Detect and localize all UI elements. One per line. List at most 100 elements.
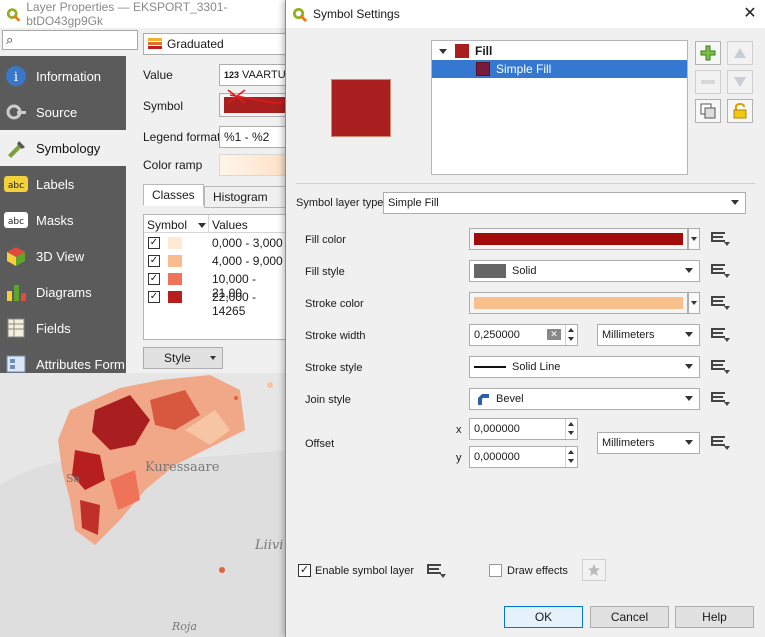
fill-style-select[interactable]: Solid (469, 260, 700, 282)
stroke-color-button[interactable] (469, 292, 688, 314)
ok-button[interactable]: OK (504, 606, 583, 628)
chevron-down-icon (691, 301, 697, 305)
chevron-down-icon (198, 223, 206, 228)
draw-effects-checkbox[interactable] (489, 564, 502, 577)
spinner[interactable] (565, 325, 577, 345)
search-input[interactable]: ⌕ (2, 30, 138, 50)
sidebar-item-labels[interactable]: abc Labels (0, 166, 126, 202)
offset-x-input[interactable]: 0,000000 (469, 418, 578, 440)
class-value: 4,000 - 9,000 (212, 254, 283, 268)
fill-color-dropdown[interactable] (688, 228, 700, 250)
table-row[interactable]: ✓ 22,000 - 14265 (144, 289, 289, 318)
data-defined-override-icon[interactable] (426, 562, 448, 580)
data-defined-override-icon[interactable] (710, 262, 732, 280)
divider (296, 183, 755, 184)
classes-table: Symbol Values ✓ 0,000 - 3,000 ✓ 4,000 - … (143, 214, 290, 340)
sidebar-item-attributes-form[interactable]: Attributes Form (0, 346, 126, 382)
legend-format-input[interactable]: %1 - %2 (219, 126, 290, 148)
table-row[interactable]: ✓ 10,000 - 21,00 (144, 271, 289, 300)
data-defined-override-icon[interactable] (710, 230, 732, 248)
add-layer-button[interactable] (695, 41, 721, 65)
join-style-select[interactable]: Bevel (469, 388, 700, 410)
graduated-icon (148, 38, 162, 49)
class-checkbox[interactable]: ✓ (148, 255, 160, 267)
data-defined-override-icon[interactable] (710, 434, 732, 452)
fill-color-button[interactable] (469, 228, 688, 250)
legend-format-value: %1 - %2 (224, 130, 270, 144)
style-button[interactable]: Style (143, 347, 223, 369)
fill-color-swatch (474, 233, 683, 245)
class-checkbox[interactable]: ✓ (148, 291, 160, 303)
join-style-value: Bevel (496, 393, 524, 405)
offset-y-input[interactable]: 0,000000 (469, 446, 578, 468)
arrow-down-icon (734, 77, 746, 87)
stroke-width-input[interactable]: 0,250000 ✕ (469, 324, 578, 346)
fill-style-label: Fill style (305, 266, 345, 278)
class-swatch (168, 255, 182, 267)
star-icon (588, 564, 600, 576)
class-checkbox[interactable]: ✓ (148, 273, 160, 285)
column-header-values[interactable]: Values (212, 218, 248, 232)
effects-settings-button[interactable] (582, 559, 606, 581)
chevron-down-icon (685, 396, 693, 401)
sidebar-item-information[interactable]: i Information (0, 58, 126, 94)
close-icon[interactable]: ✕ (740, 4, 760, 24)
lock-icon (733, 103, 747, 119)
clear-icon[interactable]: ✕ (547, 329, 561, 340)
data-defined-override-icon[interactable] (710, 358, 732, 376)
stroke-width-unit-value: Millimeters (602, 329, 655, 341)
move-up-button[interactable] (727, 41, 753, 65)
column-header-symbol[interactable]: Symbol (147, 218, 187, 232)
map-label-liivi: Liivi (255, 538, 284, 553)
stroke-width-label: Stroke width (305, 330, 366, 342)
symbol-label: Symbol (143, 99, 184, 113)
renderer-select[interactable]: Graduated (143, 33, 290, 55)
table-row[interactable]: ✓ 0,000 - 3,000 (144, 235, 289, 251)
enable-symbol-layer-checkbox[interactable]: ✓ (298, 564, 311, 577)
value-label: Value (143, 68, 173, 82)
arrow-up-icon (734, 48, 746, 58)
data-defined-override-icon[interactable] (710, 390, 732, 408)
data-defined-override-icon[interactable] (710, 294, 732, 312)
spin-up-icon (568, 422, 574, 426)
symbol-layer-type-select[interactable]: Simple Fill (383, 192, 746, 214)
offset-x-value: 0,000000 (474, 423, 520, 435)
tree-node-simple-fill[interactable]: Simple Fill (432, 60, 687, 78)
move-down-button[interactable] (727, 70, 753, 94)
stroke-style-select[interactable]: Solid Line (469, 356, 700, 378)
table-row[interactable]: ✓ 4,000 - 9,000 (144, 253, 289, 269)
spinner[interactable] (565, 419, 577, 439)
svg-text:abc: abc (8, 217, 24, 227)
help-button[interactable]: Help (675, 606, 754, 628)
sidebar-item-label: Information (36, 68, 102, 84)
sidebar-item-fields[interactable]: Fields (0, 310, 126, 346)
stroke-color-dropdown[interactable] (688, 292, 700, 314)
lock-layer-button[interactable] (727, 99, 753, 123)
spin-down-icon (568, 337, 574, 341)
class-value: 22,000 - 14265 (212, 290, 257, 318)
form-icon (4, 352, 28, 376)
spinner[interactable] (565, 447, 577, 467)
symbol-layer-tree: Fill Simple Fill (431, 40, 688, 175)
remove-layer-button[interactable] (695, 70, 721, 94)
tree-node-fill[interactable]: Fill (432, 42, 687, 60)
tab-classes[interactable]: Classes (143, 184, 204, 206)
sidebar-item-diagrams[interactable]: Diagrams (0, 274, 126, 310)
spin-down-icon (568, 459, 574, 463)
class-checkbox[interactable]: ✓ (148, 237, 160, 249)
color-ramp-button[interactable] (219, 154, 290, 176)
sidebar-item-symbology[interactable]: Symbology (0, 130, 126, 166)
duplicate-layer-button[interactable] (695, 99, 721, 123)
sidebar-item-source[interactable]: Source (0, 94, 126, 130)
fill-color-label: Fill color (305, 234, 346, 246)
sidebar-item-masks[interactable]: abc Masks (0, 202, 126, 238)
cancel-button[interactable]: Cancel (590, 606, 669, 628)
stroke-width-unit-select[interactable]: Millimeters (597, 324, 700, 346)
offset-unit-select[interactable]: Millimeters (597, 432, 700, 454)
sidebar-item-3d-view[interactable]: 3D View (0, 238, 126, 274)
map-canvas[interactable]: Kuressaare Sa Liivi Roja (0, 370, 290, 637)
chevron-down-icon[interactable] (439, 48, 447, 54)
sidebar-item-label: Symbology (36, 140, 101, 156)
tab-histogram[interactable]: Histogram (204, 186, 286, 208)
data-defined-override-icon[interactable] (710, 326, 732, 344)
